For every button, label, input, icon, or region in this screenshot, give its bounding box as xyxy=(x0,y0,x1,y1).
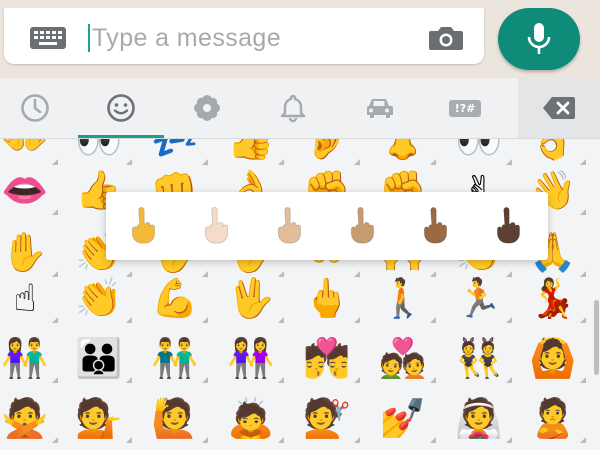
skin-tone-option[interactable] xyxy=(116,200,172,252)
skin-tone-option[interactable] xyxy=(481,200,537,252)
message-composer xyxy=(0,0,600,78)
emoji-key[interactable]: 👰 xyxy=(442,387,516,449)
emoji-key[interactable]: 🚶 xyxy=(366,267,440,329)
message-input-container xyxy=(4,8,484,64)
microphone-icon xyxy=(527,23,551,54)
emoji-key[interactable]: 👬 xyxy=(138,327,212,389)
tab-smileys-people[interactable] xyxy=(86,78,156,138)
clock-icon xyxy=(21,94,49,122)
camera-icon[interactable] xyxy=(428,25,464,55)
message-input[interactable] xyxy=(92,18,392,58)
skin-tone-option[interactable] xyxy=(189,200,245,252)
tab-nature[interactable] xyxy=(172,78,242,138)
skin-tone-option[interactable] xyxy=(408,200,464,252)
emoji-key[interactable]: 💏 xyxy=(290,327,364,389)
emoji-key[interactable]: 🙋 xyxy=(138,387,212,449)
tab-objects[interactable] xyxy=(258,78,328,138)
emoji-key[interactable]: 🙇 xyxy=(214,387,288,449)
emoji-key[interactable]: 👭 xyxy=(214,327,288,389)
middle-finger-icon xyxy=(131,207,155,244)
emoji-key[interactable]: 💪 xyxy=(138,267,212,329)
emoji-grid: 👐👀💤👍👂👃👀👌👄👍👊👌✊✊✌👋✋👏🖐🖐👐🙌👏🙏☝👏💪🖖🖕🚶🏃💃👫👪👬👭💏💑👯🙆… xyxy=(0,139,600,450)
emoji-key[interactable]: 👏 xyxy=(62,267,136,329)
emoji-key[interactable]: 👯 xyxy=(442,327,516,389)
emoji-key[interactable]: 👫 xyxy=(0,327,62,389)
symbols-icon: !?# xyxy=(448,99,482,117)
emoji-key[interactable]: 🙅 xyxy=(0,387,62,449)
voice-record-button[interactable] xyxy=(498,8,580,70)
skin-tone-picker xyxy=(106,192,548,260)
emoji-key[interactable]: 👪 xyxy=(62,327,136,389)
skin-tone-option[interactable] xyxy=(262,200,318,252)
tab-recent[interactable] xyxy=(0,78,70,138)
tab-places[interactable] xyxy=(344,78,414,138)
emoji-key[interactable]: 🙎 xyxy=(516,387,590,449)
grid-scrollbar[interactable] xyxy=(594,300,599,375)
car-icon xyxy=(367,99,393,118)
emoji-key[interactable]: 💅 xyxy=(366,387,440,449)
flower-icon xyxy=(194,95,220,121)
emoji-key[interactable]: 💇 xyxy=(290,387,364,449)
middle-finger-icon xyxy=(350,207,374,244)
middle-finger-icon xyxy=(496,207,520,244)
keyboard-icon[interactable] xyxy=(30,27,66,53)
bell-icon xyxy=(280,94,306,123)
emoji-key[interactable]: 💃 xyxy=(516,267,590,329)
emoji-key[interactable]: 💁 xyxy=(62,387,136,449)
skin-tone-option[interactable] xyxy=(335,200,391,252)
middle-finger-icon xyxy=(277,207,301,244)
text-cursor xyxy=(88,24,90,52)
emoji-key[interactable]: 💑 xyxy=(366,327,440,389)
emoji-key[interactable]: 🙆 xyxy=(516,327,590,389)
emoji-key[interactable]: 🖖 xyxy=(214,267,288,329)
emoji-category-tabs: !?# xyxy=(0,78,600,139)
backspace-icon xyxy=(543,97,575,119)
backspace-button[interactable] xyxy=(518,78,600,138)
emoji-key[interactable]: ☝ xyxy=(0,267,62,329)
emoji-key[interactable]: 🖕 xyxy=(290,267,364,329)
middle-finger-icon xyxy=(423,207,447,244)
middle-finger-icon xyxy=(204,207,228,244)
emoji-key[interactable]: 🏃 xyxy=(442,267,516,329)
smiley-icon xyxy=(107,94,135,122)
emoji-key[interactable]: 👄 xyxy=(0,159,62,221)
tab-symbols[interactable]: !?# xyxy=(430,78,500,138)
active-tab-indicator xyxy=(78,135,164,138)
